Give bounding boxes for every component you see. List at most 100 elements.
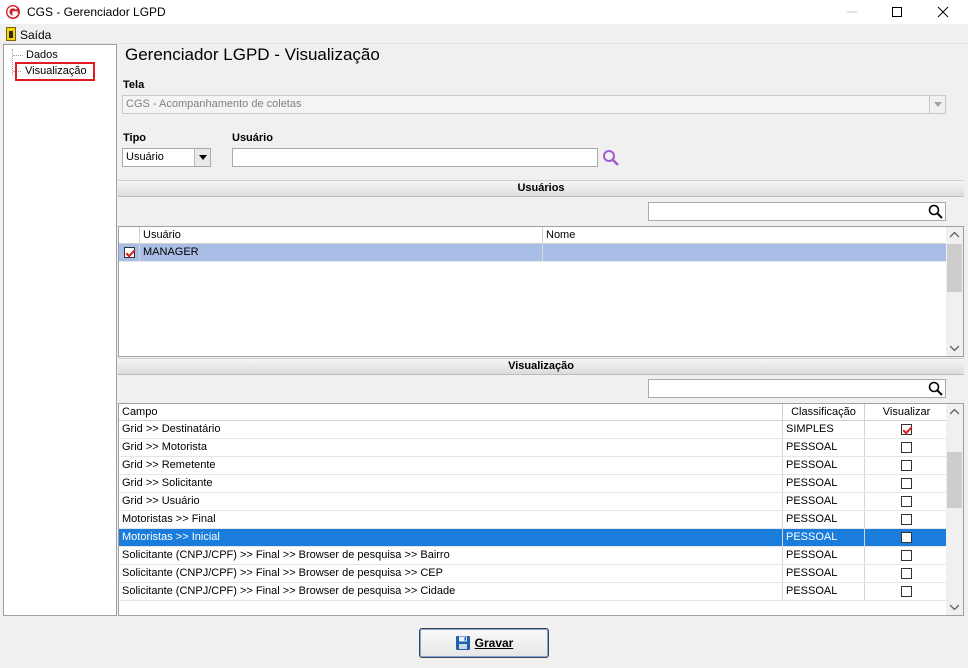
view-grid: Campo Classificação Visualizar Grid >> D…	[118, 403, 964, 616]
cell-visualizar[interactable]	[865, 565, 948, 582]
scroll-down-icon[interactable]	[950, 345, 959, 351]
table-row[interactable]: Grid >> Solicitante PESSOAL	[119, 475, 948, 493]
cell-campo: Grid >> Motorista	[119, 439, 783, 456]
users-section-header: Usuários	[118, 180, 964, 197]
cell-visualizar[interactable]	[865, 547, 948, 564]
close-button[interactable]	[920, 0, 966, 24]
cell-visualizar[interactable]	[865, 529, 948, 546]
minimize-button[interactable]	[829, 0, 875, 24]
tela-select[interactable]: CGS - Acompanhamento de coletas	[122, 95, 946, 114]
view-grid-header: Campo Classificação Visualizar	[119, 404, 948, 421]
tipo-select-value: Usuário	[126, 151, 164, 163]
exit-door-icon[interactable]	[6, 27, 16, 41]
select-column-header	[119, 227, 140, 244]
users-grid-header: Usuário Nome	[119, 227, 948, 244]
cell-visualizar[interactable]	[865, 457, 948, 474]
cell-campo: Motoristas >> Inicial	[119, 529, 783, 546]
cell-classificacao: PESSOAL	[783, 457, 865, 474]
save-button-label: Gravar	[474, 636, 514, 650]
scroll-down-icon[interactable]	[950, 604, 959, 610]
cell-classificacao: PESSOAL	[783, 583, 865, 600]
view-grid-scrollbar[interactable]	[946, 404, 963, 615]
search-icon[interactable]	[928, 381, 943, 396]
page-title: Gerenciador LGPD - Visualização	[125, 45, 380, 64]
cell-visualizar[interactable]	[865, 439, 948, 456]
usuario-input[interactable]	[232, 148, 598, 167]
cell-classificacao: SIMPLES	[783, 421, 865, 438]
visualizar-checkbox[interactable]	[901, 424, 912, 435]
users-grid: Usuário Nome MANAGER	[118, 226, 964, 357]
view-search-input[interactable]	[648, 379, 946, 398]
column-header-classificacao[interactable]: Classificação	[783, 404, 865, 421]
cell-nome	[543, 244, 948, 261]
visualizar-checkbox[interactable]	[901, 532, 912, 543]
cell-classificacao: PESSOAL	[783, 511, 865, 528]
table-row[interactable]: Motoristas >> Inicial PESSOAL	[119, 529, 948, 547]
visualizar-checkbox[interactable]	[901, 478, 912, 489]
visualizar-checkbox[interactable]	[901, 496, 912, 507]
table-row[interactable]: Solicitante (CNPJ/CPF) >> Final >> Brows…	[119, 583, 948, 601]
cell-usuario: MANAGER	[140, 244, 543, 261]
column-header-nome[interactable]: Nome	[543, 227, 948, 244]
tela-dropdown-button[interactable]	[929, 96, 945, 113]
column-header-visualizar[interactable]: Visualizar	[865, 404, 948, 421]
column-header-campo[interactable]: Campo	[119, 404, 783, 421]
search-icon[interactable]	[602, 149, 620, 167]
tree-connector	[13, 55, 23, 56]
menu-bar	[0, 24, 968, 44]
menu-exit[interactable]: Saída	[20, 28, 51, 42]
table-row[interactable]: Solicitante (CNPJ/CPF) >> Final >> Brows…	[119, 565, 948, 583]
visualizar-checkbox[interactable]	[901, 586, 912, 597]
tree-item-dados[interactable]: Dados	[26, 49, 58, 61]
cell-visualizar[interactable]	[865, 493, 948, 510]
scroll-thumb[interactable]	[947, 244, 962, 292]
visualizar-checkbox[interactable]	[901, 550, 912, 561]
cell-classificacao: PESSOAL	[783, 565, 865, 582]
row-checkbox[interactable]	[123, 247, 135, 258]
window-title: CGS - Gerenciador LGPD	[27, 5, 166, 19]
cell-visualizar[interactable]	[865, 583, 948, 600]
cell-campo: Grid >> Usuário	[119, 493, 783, 510]
visualizar-checkbox[interactable]	[901, 568, 912, 579]
navigation-tree: Dados Visualização	[3, 44, 117, 616]
table-row[interactable]: Grid >> Remetente PESSOAL	[119, 457, 948, 475]
table-row[interactable]: Motoristas >> Final PESSOAL	[119, 511, 948, 529]
users-search-input[interactable]	[648, 202, 946, 221]
visualizar-checkbox[interactable]	[901, 442, 912, 453]
cell-campo: Grid >> Destinatário	[119, 421, 783, 438]
cell-visualizar[interactable]	[865, 475, 948, 492]
scroll-thumb[interactable]	[947, 452, 962, 508]
chevron-down-icon	[933, 102, 942, 107]
cell-classificacao: PESSOAL	[783, 529, 865, 546]
table-row[interactable]: Grid >> Destinatário SIMPLES	[119, 421, 948, 439]
search-icon[interactable]	[928, 204, 943, 219]
visualizar-checkbox[interactable]	[901, 460, 912, 471]
table-row[interactable]: Grid >> Motorista PESSOAL	[119, 439, 948, 457]
scroll-up-icon[interactable]	[950, 409, 959, 415]
cell-classificacao: PESSOAL	[783, 493, 865, 510]
cell-visualizar[interactable]	[865, 511, 948, 528]
cell-visualizar[interactable]	[865, 421, 948, 438]
maximize-button[interactable]	[874, 0, 920, 24]
maximize-icon	[892, 7, 902, 17]
tipo-select[interactable]: Usuário	[122, 148, 211, 167]
row-select-cell[interactable]	[119, 244, 140, 261]
close-icon	[937, 6, 949, 18]
minimize-icon	[847, 11, 857, 13]
users-grid-scrollbar[interactable]	[946, 227, 963, 356]
cell-classificacao: PESSOAL	[783, 439, 865, 456]
table-row[interactable]: MANAGER	[119, 244, 948, 262]
column-header-usuario[interactable]: Usuário	[140, 227, 543, 244]
tipo-dropdown-button[interactable]	[194, 149, 210, 166]
visualizar-checkbox[interactable]	[901, 514, 912, 525]
scroll-up-icon[interactable]	[950, 232, 959, 238]
tela-select-value: CGS - Acompanhamento de coletas	[126, 98, 302, 110]
tree-item-visualizacao[interactable]: Visualização	[15, 62, 95, 81]
cell-classificacao: PESSOAL	[783, 547, 865, 564]
table-row[interactable]: Solicitante (CNPJ/CPF) >> Final >> Brows…	[119, 547, 948, 565]
cell-campo: Solicitante (CNPJ/CPF) >> Final >> Brows…	[119, 565, 783, 582]
tela-label: Tela	[123, 79, 145, 91]
save-button[interactable]: Gravar	[419, 628, 549, 658]
table-row[interactable]: Grid >> Usuário PESSOAL	[119, 493, 948, 511]
cell-classificacao: PESSOAL	[783, 475, 865, 492]
